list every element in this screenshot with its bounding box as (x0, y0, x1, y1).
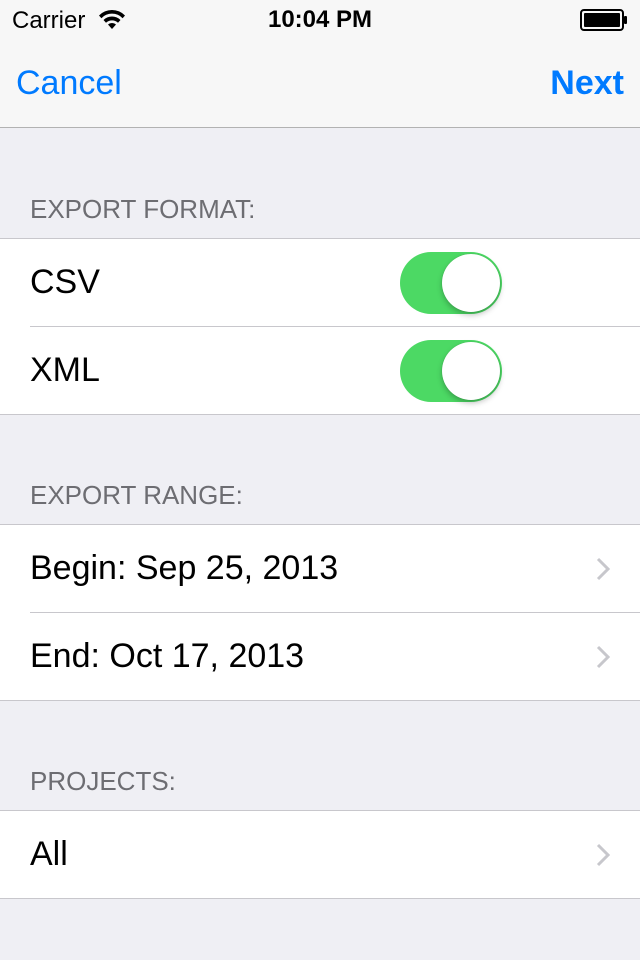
projects-row-all[interactable]: All (0, 811, 640, 898)
section-header-projects: PROJECTS: (30, 766, 176, 796)
section-header-export-format: EXPORT FORMAT: (30, 194, 256, 224)
export-format-group: CSV XML (0, 238, 640, 415)
section-header-export-range: EXPORT RANGE: (30, 480, 243, 510)
projects-group: All (0, 810, 640, 899)
format-row-csv: CSV (0, 239, 640, 326)
toggle-knob (442, 341, 500, 400)
begin-date-label: Begin: Sep 25, 2013 (30, 549, 339, 587)
end-date-label: End: Oct 17, 2013 (30, 637, 305, 675)
chevron-right-icon (596, 645, 610, 668)
range-row-begin[interactable]: Begin: Sep 25, 2013 (0, 525, 640, 612)
xml-label: XML (30, 351, 100, 389)
range-row-end[interactable]: End: Oct 17, 2013 (0, 612, 640, 700)
status-bar: Carrier 10:04 PM (0, 0, 640, 40)
xml-toggle[interactable] (400, 339, 502, 402)
projects-all-label: All (30, 835, 68, 873)
export-range-group: Begin: Sep 25, 2013 End: Oct 17, 2013 (0, 524, 640, 701)
toggle-knob (442, 253, 500, 312)
cancel-button[interactable]: Cancel (16, 64, 122, 103)
chevron-right-icon (596, 557, 610, 580)
chevron-right-icon (596, 843, 610, 866)
next-button[interactable]: Next (550, 64, 624, 103)
status-time: 10:04 PM (267, 6, 373, 33)
csv-toggle[interactable] (400, 251, 502, 314)
battery-icon (580, 9, 627, 31)
format-row-xml: XML (0, 326, 640, 414)
csv-label: CSV (30, 263, 100, 301)
navigation-bar: Cancel Next (0, 40, 640, 128)
